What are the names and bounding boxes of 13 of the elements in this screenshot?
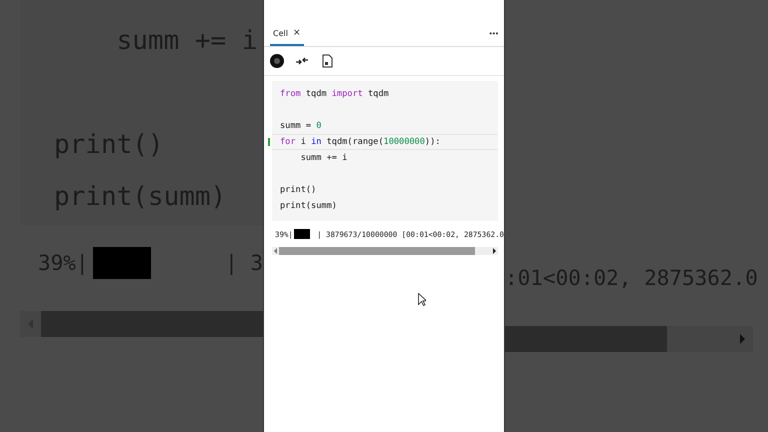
code-line: print() <box>279 184 318 197</box>
cell-tab[interactable]: Cell × <box>270 22 304 46</box>
code-line: summ = 0 <box>279 120 322 133</box>
record-icon[interactable] <box>269 53 285 69</box>
close-icon[interactable]: × <box>292 28 300 38</box>
code-line: summ += i <box>300 152 348 165</box>
horizontal-scrollbar[interactable] <box>505 326 753 352</box>
horizontal-scrollbar[interactable] <box>272 247 498 255</box>
code-line: from tqdm import tqdm <box>279 88 390 101</box>
horizontal-scrollbar[interactable] <box>20 311 263 337</box>
code-line: for i in tqdm(range(10000000)): <box>272 134 498 150</box>
code-line: print(summ) <box>279 200 338 213</box>
mouse-pointer-icon <box>418 293 426 306</box>
